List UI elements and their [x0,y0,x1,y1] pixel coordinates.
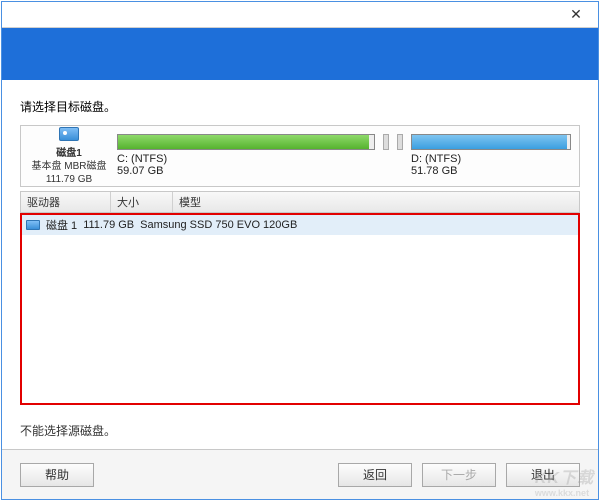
header-banner [2,28,598,80]
partition-c-size: 59.07 GB [117,165,163,177]
partition-d-size: 51.78 GB [411,165,457,177]
partition-d-used [412,135,567,149]
partition-c-name: C: (NTFS) [117,153,167,165]
disk-icon [59,127,79,141]
table-body: 磁盘 1 111.79 GB Samsung SSD 750 EVO 120GB [20,213,580,405]
partition-d-bar [411,134,571,150]
content-area: 请选择目标磁盘。 磁盘1 基本盘 MBR磁盘 111.79 GB C: (NTF… [2,80,598,449]
cell-model: Samsung SSD 750 EVO 120GB [140,219,297,231]
partition-d[interactable]: D: (NTFS) 51.78 GB [411,134,571,178]
footer-note: 不能选择源磁盘。 [20,422,580,439]
next-button[interactable]: 下一步 [422,463,496,487]
cell-size: 111.79 GB [83,219,134,231]
col-size[interactable]: 大小 [111,192,173,212]
partition-d-name: D: (NTFS) [411,153,461,165]
disk-icon [26,220,40,230]
disk-type: 基本盘 MBR磁盘 [32,161,107,172]
disk-size: 111.79 GB [46,174,92,185]
back-button[interactable]: 返回 [338,463,412,487]
button-bar: 帮助 返回 下一步 退出 [2,449,598,499]
cell-drive: 磁盘 1 [46,217,77,233]
table-header: 驱动器 大小 模型 [20,191,580,213]
titlebar: ✕ [2,2,598,28]
help-button[interactable]: 帮助 [20,463,94,487]
disk-table: 驱动器 大小 模型 磁盘 1 111.79 GB Samsung SSD 750… [20,191,580,412]
close-icon[interactable]: ✕ [554,2,598,27]
prompt-text: 请选择目标磁盘。 [20,98,580,115]
partition-c-used [118,135,369,149]
disk-info: 磁盘1 基本盘 MBR磁盘 111.79 GB [29,127,109,186]
exit-button[interactable]: 退出 [506,463,580,487]
partition-c[interactable]: C: (NTFS) 59.07 GB [117,134,375,178]
dialog-window: ✕ 请选择目标磁盘。 磁盘1 基本盘 MBR磁盘 111.79 GB C: (N… [1,1,599,500]
table-row[interactable]: 磁盘 1 111.79 GB Samsung SSD 750 EVO 120GB [22,215,578,235]
disk-label: 磁盘1 [56,148,82,159]
disk-summary-strip: 磁盘1 基本盘 MBR磁盘 111.79 GB C: (NTFS) 59.07 … [20,125,580,187]
partition-c-bar [117,134,375,150]
col-model[interactable]: 模型 [173,192,579,212]
partition-gap [397,134,403,178]
col-drive[interactable]: 驱动器 [21,192,111,212]
partition-gap [383,134,389,178]
